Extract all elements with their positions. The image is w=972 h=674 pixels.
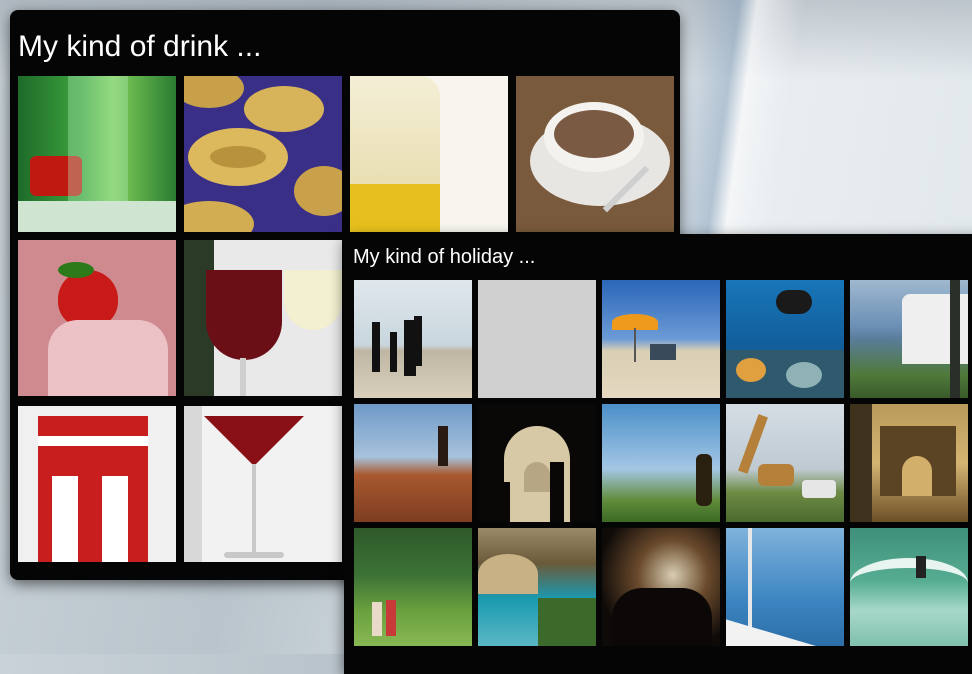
photo-camper-van[interactable] — [850, 280, 968, 398]
photo-sailboat[interactable] — [726, 528, 844, 646]
drink-panel-title: My kind of drink ... — [18, 30, 262, 63]
photo-taj-mahal[interactable] — [478, 404, 596, 522]
photo-giraffe-safari[interactable] — [726, 404, 844, 522]
photo-milk-carton[interactable] — [18, 406, 176, 562]
photo-scuba-diver[interactable] — [726, 280, 844, 398]
photo-coffee-cup[interactable] — [516, 76, 674, 232]
photo-man-in-field[interactable] — [602, 404, 720, 522]
photo-cocktail[interactable] — [184, 406, 342, 562]
photo-arc-de-triomphe[interactable] — [850, 404, 968, 522]
holiday-panel-title: My kind of holiday ... — [353, 246, 536, 268]
photo-night-concert[interactable] — [602, 528, 720, 646]
photo-blank[interactable] — [478, 280, 596, 398]
photo-canned-drinks[interactable] — [184, 76, 342, 232]
photo-tropical-island[interactable] — [478, 528, 596, 646]
photo-beer-glass[interactable] — [350, 76, 508, 232]
photo-wine-glasses[interactable] — [184, 240, 342, 396]
photo-beach-umbrella[interactable] — [602, 280, 720, 398]
photo-surfer[interactable] — [850, 528, 968, 646]
photo-countryside-walk[interactable] — [354, 528, 472, 646]
photo-canyon-hiker[interactable] — [354, 404, 472, 522]
photo-family-on-beach[interactable] — [354, 280, 472, 398]
photo-strawberry-smoothie[interactable] — [18, 240, 176, 396]
photo-green-bottle[interactable] — [18, 76, 176, 232]
holiday-panel: My kind of holiday ... — [344, 234, 972, 674]
